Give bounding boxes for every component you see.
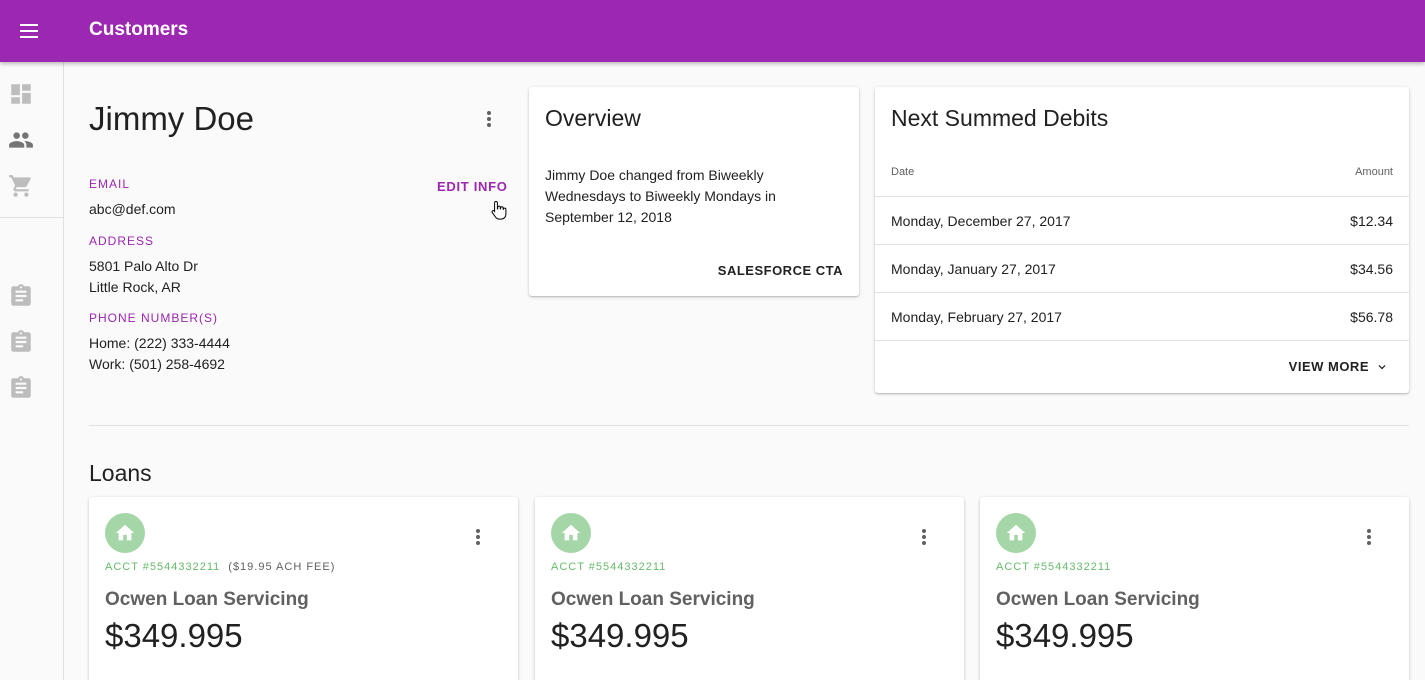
loan-account-number: ACCT #5544332211 <box>105 561 221 573</box>
customer-name: Jimmy Doe <box>89 100 255 137</box>
email-label: EMAIL <box>89 177 131 191</box>
address-line-2: Little Rock, AR <box>89 279 181 295</box>
section-divider <box>89 425 1409 426</box>
nav-rail <box>0 62 64 680</box>
menu-icon[interactable] <box>12 14 46 48</box>
overview-card: Overview Jimmy Doe changed from Biweekly… <box>529 87 859 296</box>
email-value: abc@def.com <box>89 201 176 217</box>
loan-account: ACCT #5544332211 <box>996 561 1111 573</box>
loan-account-number: ACCT #5544332211 <box>551 561 667 573</box>
more-vert-icon[interactable] <box>1357 525 1381 549</box>
view-more-label: VIEW MORE <box>1288 359 1369 374</box>
loan-amount: $349.995 <box>551 617 689 654</box>
assignment-icon[interactable] <box>8 375 34 401</box>
debits-card: Next Summed Debits Date Amount Monday, D… <box>875 87 1409 393</box>
home-icon <box>105 513 145 553</box>
table-row: Monday, January 27, 2017 $34.56 <box>875 244 1409 292</box>
phone-label: PHONE NUMBER(S) <box>89 311 219 325</box>
debit-date: Monday, February 27, 2017 <box>891 309 1062 325</box>
dashboard-icon[interactable] <box>8 81 34 107</box>
debit-amount: $12.34 <box>1350 213 1393 229</box>
loan-amount: $349.995 <box>105 617 243 654</box>
address-line-1: 5801 Palo Alto Dr <box>89 258 198 274</box>
address-label: ADDRESS <box>89 234 155 248</box>
table-divider <box>875 340 1409 341</box>
date-column-header: Date <box>891 166 915 178</box>
overview-text: Jimmy Doe changed from Biweekly Wednesda… <box>545 167 776 225</box>
loan-card[interactable]: ACCT #5544332211 Ocwen Loan Servicing $3… <box>980 497 1409 680</box>
loan-servicer: Ocwen Loan Servicing <box>551 589 755 610</box>
more-vert-icon[interactable] <box>912 525 936 549</box>
chevron-down-icon <box>1378 364 1386 369</box>
debit-amount: $56.78 <box>1350 309 1393 325</box>
people-icon[interactable] <box>8 127 34 153</box>
loan-account-number: ACCT #5544332211 <box>996 561 1112 573</box>
home-icon <box>996 513 1036 553</box>
debit-amount: $34.56 <box>1350 261 1393 277</box>
loan-fee: ($19.95 ACH FEE) <box>228 561 336 573</box>
loan-card[interactable]: ACCT #5544332211 ($19.95 ACH FEE) Ocwen L… <box>89 497 518 680</box>
loan-card[interactable]: ACCT #5544332211 Ocwen Loan Servicing $3… <box>535 497 964 680</box>
debit-date: Monday, January 27, 2017 <box>891 261 1056 277</box>
loans-title: Loans <box>89 460 152 486</box>
hand-cursor-icon <box>491 200 507 220</box>
salesforce-cta-button[interactable]: SALESFORCE CTA <box>718 263 843 278</box>
loan-servicer: Ocwen Loan Servicing <box>996 589 1200 610</box>
table-row: Monday, February 27, 2017 $56.78 <box>875 292 1409 340</box>
app-bar: Customers <box>0 0 1425 62</box>
debits-title: Next Summed Debits <box>891 105 1109 131</box>
loan-account: ACCT #5544332211 <box>551 561 666 573</box>
phone-home: Home: (222) 333-4444 <box>89 335 230 351</box>
assignment-icon[interactable] <box>8 329 34 355</box>
rail-divider <box>0 217 64 218</box>
overview-title: Overview <box>545 105 641 131</box>
table-row: Monday, December 27, 2017 $12.34 <box>875 196 1409 244</box>
loan-servicer: Ocwen Loan Servicing <box>105 589 309 610</box>
loan-amount: $349.995 <box>996 617 1134 654</box>
page-title: Customers <box>89 19 189 40</box>
more-vert-icon[interactable] <box>466 525 490 549</box>
debit-date: Monday, December 27, 2017 <box>891 213 1071 229</box>
more-vert-icon[interactable] <box>477 107 501 131</box>
edit-info-button[interactable]: EDIT INFO <box>437 179 508 194</box>
cart-icon[interactable] <box>8 173 34 199</box>
phone-work: Work: (501) 258-4692 <box>89 356 225 372</box>
amount-column-header: Amount <box>1355 166 1393 178</box>
home-icon <box>551 513 591 553</box>
assignment-icon[interactable] <box>8 283 34 309</box>
view-more-button[interactable]: VIEW MORE <box>1289 359 1389 374</box>
loan-account: ACCT #5544332211 ($19.95 ACH FEE) <box>105 561 335 573</box>
